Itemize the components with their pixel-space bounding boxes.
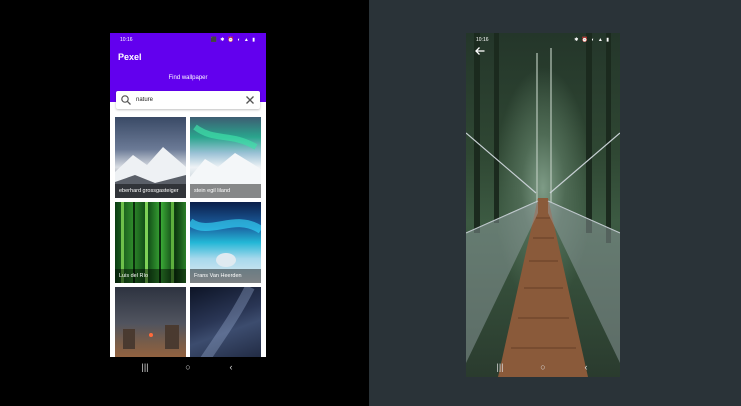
milky-way-image bbox=[195, 287, 255, 368]
back-arrow-icon[interactable] bbox=[474, 45, 486, 57]
page-subtitle: Find wallpaper bbox=[168, 75, 208, 81]
photo-tile[interactable]: Frans Van Heerden bbox=[190, 202, 261, 283]
photo-caption: eberhard grossgasteiger bbox=[115, 184, 186, 198]
photo-caption: Frans Van Heerden bbox=[190, 269, 261, 283]
back-button[interactable]: ‹ bbox=[224, 361, 238, 373]
desert-night-image bbox=[123, 325, 179, 349]
status-icons: ✱ ⏰ ◐ ▲ ▮ bbox=[574, 37, 610, 43]
home-button[interactable]: ○ bbox=[181, 361, 195, 373]
suspension-bridge-image bbox=[466, 33, 620, 377]
pexel-app-screen: 10:16 ⬛ ✱ ⏰ ◐ ▲ ▮ Pexel Find wallpaper e… bbox=[110, 33, 266, 377]
status-time: 10:16 bbox=[476, 37, 489, 43]
photo-caption: stein egil liland bbox=[190, 184, 261, 198]
recent-apps-button[interactable]: ||| bbox=[138, 361, 152, 373]
photo-tile[interactable]: eberhard grossgasteiger bbox=[115, 117, 186, 198]
clear-icon[interactable] bbox=[244, 94, 256, 106]
back-button[interactable]: ‹ bbox=[579, 361, 593, 373]
photo-tile[interactable] bbox=[190, 287, 261, 368]
photo-tile[interactable]: Luis del Río bbox=[115, 202, 186, 283]
nav-bar: ||| ○ ‹ bbox=[466, 357, 620, 377]
photo-caption: Luis del Río bbox=[115, 269, 186, 283]
search-bar[interactable] bbox=[116, 91, 260, 109]
photo-tile[interactable] bbox=[115, 287, 186, 368]
search-input[interactable] bbox=[136, 94, 236, 106]
nav-bar: ||| ○ ‹ bbox=[110, 357, 266, 377]
wallpaper-preview-screen: 10:16 ✱ ⏰ ◐ ▲ ▮ ||| ○ ‹ bbox=[466, 33, 620, 377]
status-bar: 10:16 ⬛ ✱ ⏰ ◐ ▲ ▮ bbox=[110, 33, 266, 45]
recent-apps-button[interactable]: ||| bbox=[493, 361, 507, 373]
photo-tile[interactable]: stein egil liland bbox=[190, 117, 261, 198]
app-title: Pexel bbox=[118, 52, 142, 62]
home-button[interactable]: ○ bbox=[536, 361, 550, 373]
status-time: 10:16 bbox=[120, 37, 133, 43]
status-bar: 10:16 ✱ ⏰ ◐ ▲ ▮ bbox=[466, 33, 620, 45]
search-icon bbox=[121, 95, 131, 105]
status-icons: ⬛ ✱ ⏰ ◐ ▲ ▮ bbox=[210, 37, 256, 43]
